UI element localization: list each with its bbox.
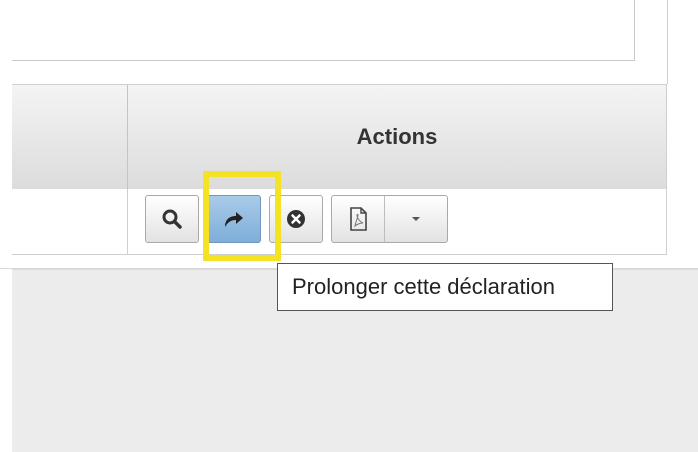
table-header: Actions — [12, 84, 666, 190]
x-circle-icon — [287, 210, 305, 228]
column-header-actions: Actions — [356, 124, 438, 149]
tooltip: Prolonger cette déclaration — [277, 263, 613, 311]
divider — [667, 0, 668, 84]
action-buttons — [145, 195, 448, 245]
column-header[interactable] — [12, 85, 128, 189]
redo-arrow-icon — [225, 212, 243, 227]
view-button[interactable] — [145, 195, 199, 243]
pdf-button[interactable] — [332, 196, 385, 242]
extend-button[interactable] — [207, 195, 261, 243]
cancel-button[interactable] — [269, 195, 323, 243]
magnifier-icon — [162, 209, 182, 229]
pdf-document-icon — [350, 207, 367, 231]
caret-down-icon — [412, 217, 420, 221]
table-cell — [12, 189, 128, 254]
top-panel — [12, 0, 635, 61]
pdf-split-button — [331, 195, 448, 243]
dropdown-toggle-button[interactable] — [385, 196, 447, 242]
top-area — [0, 0, 698, 84]
